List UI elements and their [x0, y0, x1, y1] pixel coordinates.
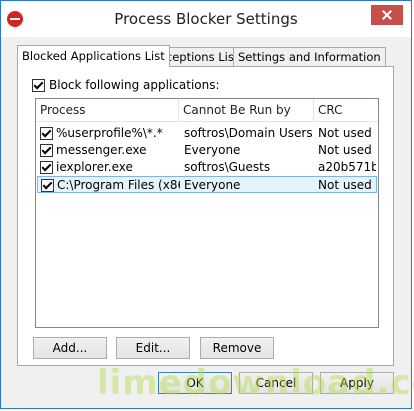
run-by-cell: softros\Guests: [184, 160, 271, 174]
crc-cell: Not used: [318, 126, 372, 140]
row-checkbox[interactable]: [40, 127, 53, 140]
process-cell: iexplorer.exe: [56, 160, 133, 174]
blocked-applications-panel: Block following applications: Process Ca…: [17, 66, 394, 366]
crc-cell: a20b571b: [318, 160, 376, 174]
table-row[interactable]: %userprofile%\*.* softros\Domain Users N…: [37, 125, 377, 142]
table-row-selected[interactable]: C:\Program Files (x86... Everyone Not us…: [37, 176, 377, 193]
table-row[interactable]: messenger.exe Everyone Not used: [37, 142, 377, 159]
process-cell: %userprofile%\*.*: [56, 126, 163, 140]
run-by-cell: Everyone: [184, 178, 241, 192]
close-button[interactable]: [371, 5, 403, 25]
block-applications-checkbox[interactable]: [32, 79, 45, 92]
crc-cell: Not used: [318, 143, 372, 157]
crc-cell: Not used: [318, 178, 372, 192]
run-by-cell: softros\Domain Users: [184, 126, 313, 140]
column-header-process[interactable]: Process: [36, 99, 179, 121]
block-applications-label: Block following applications:: [49, 78, 220, 92]
title-bar[interactable]: Process Blocker Settings: [1, 1, 411, 37]
edit-button[interactable]: Edit...: [116, 337, 190, 359]
row-checkbox[interactable]: [41, 179, 54, 192]
tab-blocked-applications-list[interactable]: Blocked Applications List: [17, 45, 170, 67]
watermark-logo: limedownload.com: [97, 363, 414, 403]
settings-window: Process Blocker Settings Exceptions List…: [0, 0, 414, 409]
column-header-crc[interactable]: CRC: [314, 99, 378, 121]
process-cell: C:\Program Files (x86...: [57, 178, 180, 192]
column-header-cannot-be-run-by[interactable]: Cannot Be Run by: [179, 99, 314, 121]
process-cell: messenger.exe: [56, 143, 147, 157]
row-checkbox[interactable]: [40, 161, 53, 174]
list-header: Process Cannot Be Run by CRC: [36, 99, 378, 122]
table-row[interactable]: iexplorer.exe softros\Guests a20b571b: [37, 159, 377, 176]
add-button[interactable]: Add...: [33, 337, 107, 359]
row-checkbox[interactable]: [40, 144, 53, 157]
blocked-applications-list[interactable]: Process Cannot Be Run by CRC %userprofil…: [35, 98, 379, 328]
window-title: Process Blocker Settings: [114, 10, 298, 28]
run-by-cell: Everyone: [184, 143, 241, 157]
block-applications-option[interactable]: Block following applications:: [32, 77, 220, 93]
remove-button[interactable]: Remove: [200, 337, 274, 359]
tab-settings-and-information[interactable]: Settings and Information: [233, 47, 386, 66]
